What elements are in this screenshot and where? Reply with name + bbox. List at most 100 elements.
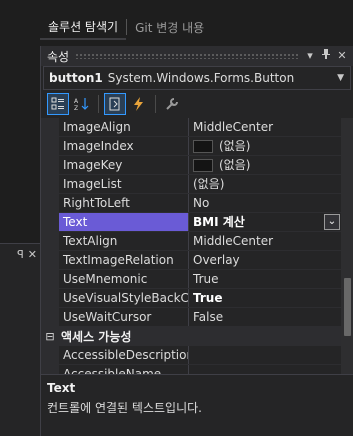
property-row-imageindex[interactable]: ImageIndex (없음) [41,137,341,156]
toolbar-separator [155,95,156,113]
row-margin [41,232,59,250]
property-row-righttoleft[interactable]: RightToLeft No [41,194,341,213]
properties-title-bar[interactable]: 속성 ▾ ✕ [41,46,353,66]
title-grip [75,53,299,59]
property-name: UseVisualStyleBackColor [59,289,189,307]
value-text: MiddleCenter [193,120,274,134]
description-pane: Text 컨트롤에 연결된 텍스트입니다. [41,374,353,436]
row-margin [41,137,59,155]
value-text: False [193,310,224,324]
value-text: Overlay [193,253,240,267]
property-row-usevisualstylebackcolor[interactable]: UseVisualStyleBackColor True [41,289,341,308]
property-row-accessibledescription[interactable]: AccessibleDescription [41,346,341,365]
property-value[interactable]: MiddleCenter [189,232,341,250]
property-row-imagekey[interactable]: ImageKey (없음) [41,156,341,175]
value-text: True [193,272,219,286]
left-dock-panel: ꟼ ✕ [0,243,40,436]
property-name: ImageKey [59,156,189,174]
row-margin [41,270,59,288]
pin-icon[interactable]: ꟼ [17,248,24,261]
properties-icon [109,97,120,111]
left-panel-header: ꟼ ✕ [0,244,40,264]
property-name: ImageList [59,175,189,193]
property-grid: ImageAlign MiddleCenter ImageIndex (없음) … [41,118,341,374]
scrollbar-thumb[interactable] [344,278,351,336]
row-margin [41,289,59,307]
value-text: (없음) [219,139,251,153]
category-label: 액세스 가능성 [61,329,132,344]
row-margin [41,175,59,193]
property-value[interactable]: True [189,289,341,307]
description-title: Text [47,381,76,395]
property-name: AccessibleDescription [59,346,189,364]
property-row-text[interactable]: Text BMI 계산 ⌄ [41,213,341,232]
property-value[interactable] [189,346,341,364]
property-row-usewaitcursor[interactable]: UseWaitCursor False [41,308,341,327]
tab-solution-explorer[interactable]: 솔루션 탐색기 [40,14,127,40]
properties-view-button[interactable] [104,93,126,115]
property-row-usemnemonic[interactable]: UseMnemonic True [41,270,341,289]
row-margin [41,308,59,326]
svg-text:Z: Z [74,105,78,111]
top-tab-strip: 솔루션 탐색기 Git 변경 내용 [40,14,353,40]
property-pages-button[interactable] [161,93,183,115]
property-row-imagelist[interactable]: ImageList (없음) [41,175,341,194]
value-text: MiddleCenter [193,234,274,248]
row-margin [41,156,59,174]
property-value[interactable]: No [189,194,341,212]
row-margin [41,346,59,364]
chevron-down-icon[interactable]: ⌄ [324,214,340,230]
property-value[interactable] [189,365,341,374]
property-name: TextImageRelation [59,251,189,269]
property-name: AccessibleName [59,365,189,374]
row-margin [41,251,59,269]
property-name: ImageIndex [59,137,189,155]
categorized-button[interactable] [47,93,69,115]
close-icon[interactable]: ✕ [28,248,37,261]
row-margin [41,194,59,212]
property-name: ImageAlign [59,118,189,136]
object-name: button1 [49,71,103,85]
value-text: True [193,291,223,305]
tab-git-changes[interactable]: Git 변경 내용 [127,14,212,40]
properties-toolbar: AZ [41,90,353,118]
image-swatch [193,139,213,153]
value-text: (없음) [219,158,251,172]
property-value[interactable]: False [189,308,341,326]
property-value[interactable]: (없음) [189,175,341,193]
svg-text:A: A [74,98,79,105]
vertical-scrollbar[interactable] [341,118,353,374]
object-type: System.Windows.Forms.Button [107,71,295,85]
property-value[interactable]: (없음) [189,137,341,155]
property-row-textimagerelation[interactable]: TextImageRelation Overlay [41,251,341,270]
property-value[interactable]: True [189,270,341,288]
property-value[interactable]: MiddleCenter [189,118,341,136]
value-text: No [193,196,210,210]
value-text: (없음) [193,177,225,191]
toolbar-separator [98,95,99,113]
window-position-icon[interactable]: ▾ [303,48,317,64]
collapse-icon[interactable]: ⊟ [41,330,59,343]
value-text: BMI 계산 [193,215,245,229]
pin-icon[interactable] [319,48,333,64]
row-margin [41,118,59,136]
sort-alphabetical-icon: AZ [74,98,89,111]
property-row-accessiblename[interactable]: AccessibleName [41,365,341,374]
properties-title: 속성 [47,49,70,64]
close-icon[interactable]: ✕ [335,48,349,64]
object-selector[interactable]: button1 System.Windows.Forms.Button ▼ [43,66,351,90]
property-name: TextAlign [59,232,189,250]
property-value[interactable]: Overlay [189,251,341,269]
wrench-icon [166,98,178,110]
property-value[interactable]: (없음) [189,156,341,174]
events-button[interactable] [128,93,150,115]
chevron-down-icon[interactable]: ▼ [337,73,344,83]
description-text: 컨트롤에 연결된 텍스트입니다. [47,401,202,415]
categorized-icon [51,97,64,110]
properties-window: 속성 ▾ ✕ button1 System.Windows.Forms.Butt… [40,46,353,436]
property-row-imagealign[interactable]: ImageAlign MiddleCenter [41,118,341,137]
property-row-textalign[interactable]: TextAlign MiddleCenter [41,232,341,251]
property-value-editor[interactable]: BMI 계산 ⌄ [189,213,341,231]
alphabetical-button[interactable]: AZ [71,93,93,115]
category-accessibility[interactable]: ⊟ 액세스 가능성 [41,327,341,346]
